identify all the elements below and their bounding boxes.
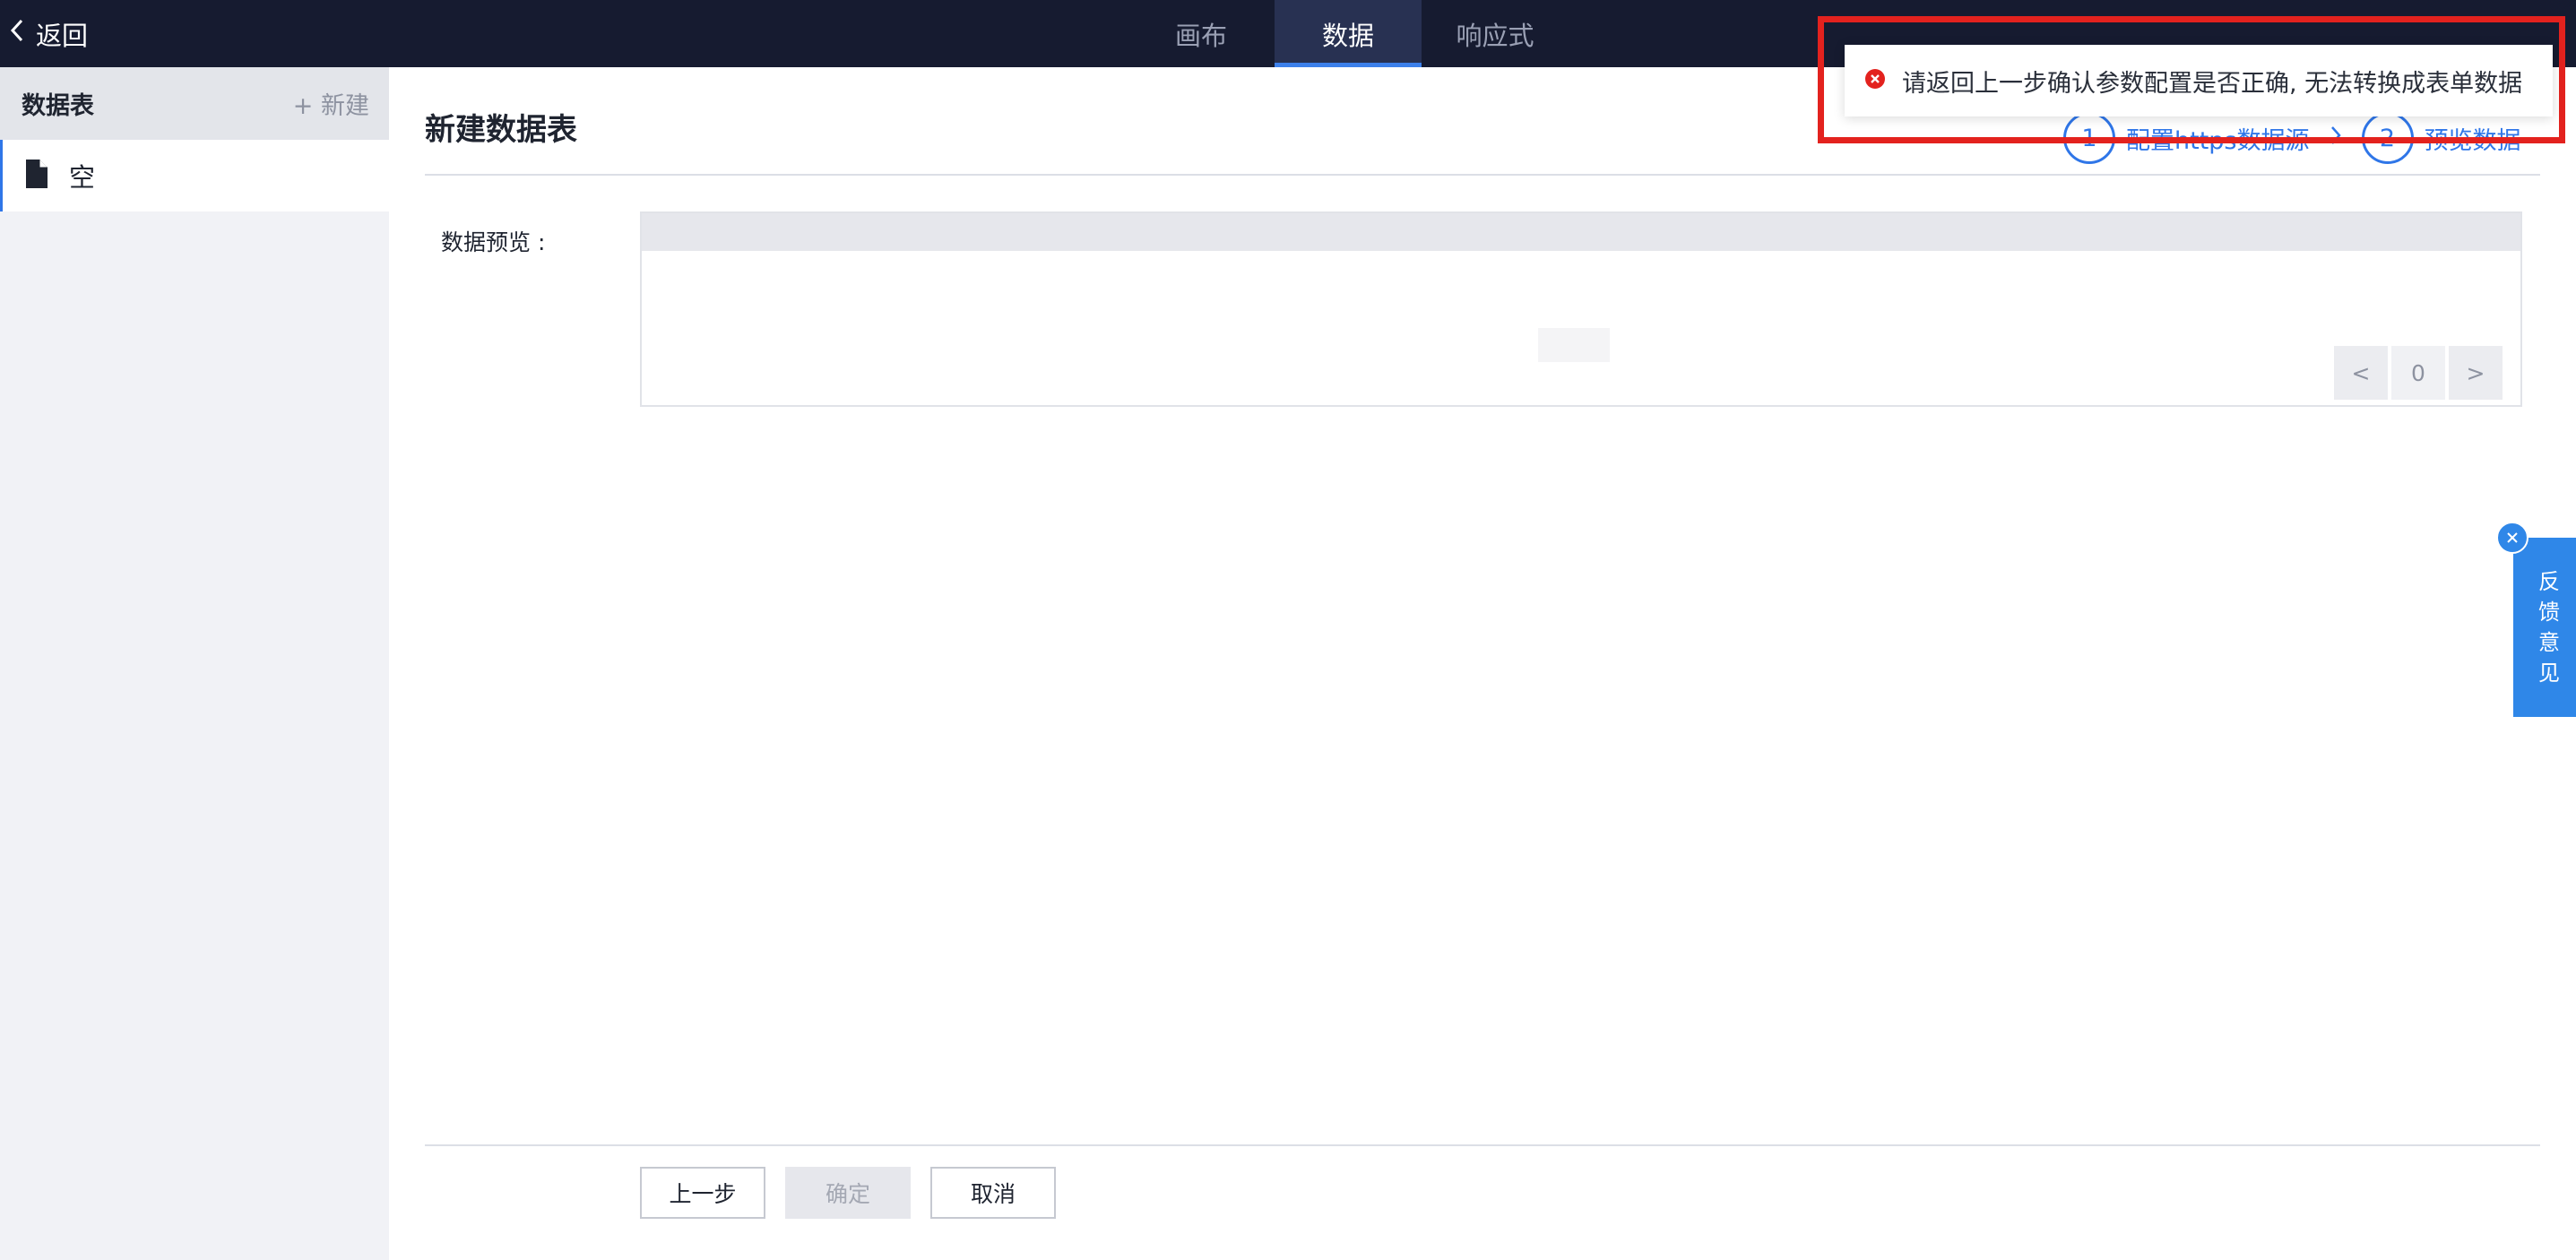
footer-actions: 上一步 确定 取消 [640,1167,1056,1219]
toast-message: 请返回上一步确认参数配置是否正确, 无法转换成表单数据 [1902,69,2523,98]
tab-data[interactable]: 数据 [1275,0,1422,67]
sidebar-header: 数据表 + 新建 [0,67,389,140]
data-preview-table: < 0 > [640,211,2522,407]
sidebar-item-empty[interactable]: 空 [0,140,389,211]
tab-bar: 画布 数据 响应式 [1128,0,1569,67]
error-icon [1864,68,1886,93]
feedback-char: 反 [2538,569,2560,594]
empty-placeholder [1538,328,1610,362]
back-label: 返回 [36,20,89,51]
sidebar-item-label: 空 [69,162,96,193]
next-page-button[interactable]: > [2449,346,2503,400]
sidebar: 数据表 + 新建 空 [0,67,389,1260]
prev-page-button[interactable]: < [2334,346,2388,400]
chevron-left-icon [7,17,27,50]
page-title: 新建数据表 [425,112,577,148]
divider [425,174,2540,176]
preview-label: 数据预览 : [441,229,546,255]
feedback-char: 意 [2538,630,2560,655]
file-icon [26,160,48,192]
feedback-char: 见 [2538,660,2560,686]
feedback-char: 馈 [2538,600,2560,625]
error-toast: 请返回上一步确认参数配置是否正确, 无法转换成表单数据 [1845,45,2553,117]
tab-canvas[interactable]: 画布 [1128,0,1275,67]
back-button[interactable]: 返回 [7,0,88,67]
table-header [642,213,2520,251]
prev-step-button[interactable]: 上一步 [640,1167,765,1219]
cancel-button[interactable]: 取消 [930,1167,1056,1219]
pagination: < 0 > [2334,346,2503,400]
divider [425,1144,2540,1146]
confirm-button[interactable]: 确定 [785,1167,911,1219]
close-icon[interactable] [2496,522,2528,554]
feedback-button[interactable]: 反 馈 意 见 [2513,538,2576,717]
main-panel: 新建数据表 1 配置https数据源 2 预览数据 数据预览 : < 0 > 上… [389,67,2576,1260]
sidebar-title: 数据表 [22,92,94,120]
page-number[interactable]: 0 [2391,346,2445,400]
tab-responsive[interactable]: 响应式 [1422,0,1569,67]
new-table-button[interactable]: + 新建 [293,86,369,121]
